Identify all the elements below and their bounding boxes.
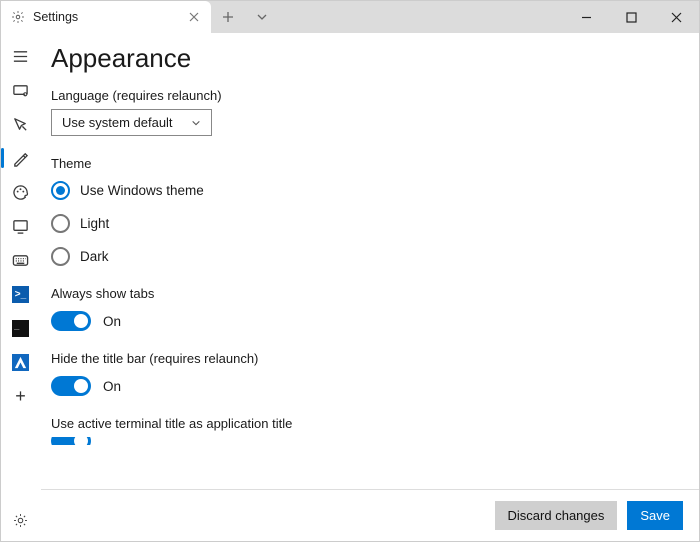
- theme-label: Theme: [51, 156, 677, 171]
- tab-settings[interactable]: Settings: [1, 1, 211, 33]
- powershell-icon: >_: [12, 286, 29, 303]
- radio-label: Light: [80, 216, 109, 231]
- discard-button[interactable]: Discard changes: [495, 501, 618, 530]
- gear-icon: [11, 10, 25, 24]
- hamburger-menu-button[interactable]: [1, 39, 41, 73]
- sidebar-item-appearance[interactable]: [1, 141, 41, 175]
- radio-icon: [51, 214, 70, 233]
- radio-label: Dark: [80, 249, 109, 264]
- tab-close-button[interactable]: [187, 10, 201, 24]
- plus-icon: +: [15, 387, 26, 405]
- save-button[interactable]: Save: [627, 501, 683, 530]
- command-prompt-icon: _: [12, 320, 29, 337]
- radio-icon: [51, 247, 70, 266]
- sidebar-item-open-json[interactable]: [1, 499, 41, 541]
- sidebar: >_ _ +: [1, 33, 41, 541]
- app-window: Settings: [0, 0, 700, 542]
- language-dropdown[interactable]: Use system default: [51, 109, 212, 136]
- footer: Discard changes Save: [41, 489, 699, 541]
- radio-icon: [51, 181, 70, 200]
- sidebar-item-color-schemes[interactable]: [1, 175, 41, 209]
- title-bar: Settings: [1, 1, 699, 33]
- sidebar-item-add-new[interactable]: +: [1, 379, 41, 413]
- hide-title-bar-state: On: [103, 379, 121, 394]
- sidebar-item-interaction[interactable]: [1, 107, 41, 141]
- language-label: Language (requires relaunch): [51, 88, 677, 103]
- use-active-title-label: Use active terminal title as application…: [51, 416, 677, 431]
- use-active-title-toggle[interactable]: [51, 437, 91, 445]
- hide-title-bar-toggle[interactable]: [51, 376, 91, 396]
- theme-option-system[interactable]: Use Windows theme: [51, 181, 677, 200]
- sidebar-item-command-prompt[interactable]: _: [1, 311, 41, 345]
- always-show-tabs-toggle[interactable]: [51, 311, 91, 331]
- theme-option-light[interactable]: Light: [51, 214, 677, 233]
- hide-title-bar-label: Hide the title bar (requires relaunch): [51, 351, 677, 366]
- maximize-button[interactable]: [609, 1, 654, 33]
- always-show-tabs-label: Always show tabs: [51, 286, 677, 301]
- sidebar-item-rendering[interactable]: [1, 209, 41, 243]
- azure-icon: [12, 354, 29, 371]
- tab-dropdown-button[interactable]: [245, 11, 279, 23]
- sidebar-item-powershell[interactable]: >_: [1, 277, 41, 311]
- sidebar-item-startup[interactable]: [1, 73, 41, 107]
- close-button[interactable]: [654, 1, 699, 33]
- content-scroll[interactable]: Appearance Language (requires relaunch) …: [41, 33, 699, 489]
- minimize-button[interactable]: [564, 1, 609, 33]
- main: Appearance Language (requires relaunch) …: [41, 33, 699, 541]
- window-controls: [564, 1, 699, 33]
- theme-option-dark[interactable]: Dark: [51, 247, 677, 266]
- language-selected: Use system default: [62, 115, 173, 130]
- sidebar-item-actions[interactable]: [1, 243, 41, 277]
- theme-radio-group: Use Windows theme Light Dark: [51, 181, 677, 266]
- body: >_ _ + Appearance Language (requires: [1, 33, 699, 541]
- tab-title: Settings: [33, 10, 179, 24]
- sidebar-item-azure[interactable]: [1, 345, 41, 379]
- always-show-tabs-state: On: [103, 314, 121, 329]
- chevron-down-icon: [191, 118, 201, 128]
- new-tab-button[interactable]: [211, 11, 245, 23]
- radio-label: Use Windows theme: [80, 183, 204, 198]
- page-title: Appearance: [51, 43, 677, 74]
- tab-actions: [211, 1, 279, 33]
